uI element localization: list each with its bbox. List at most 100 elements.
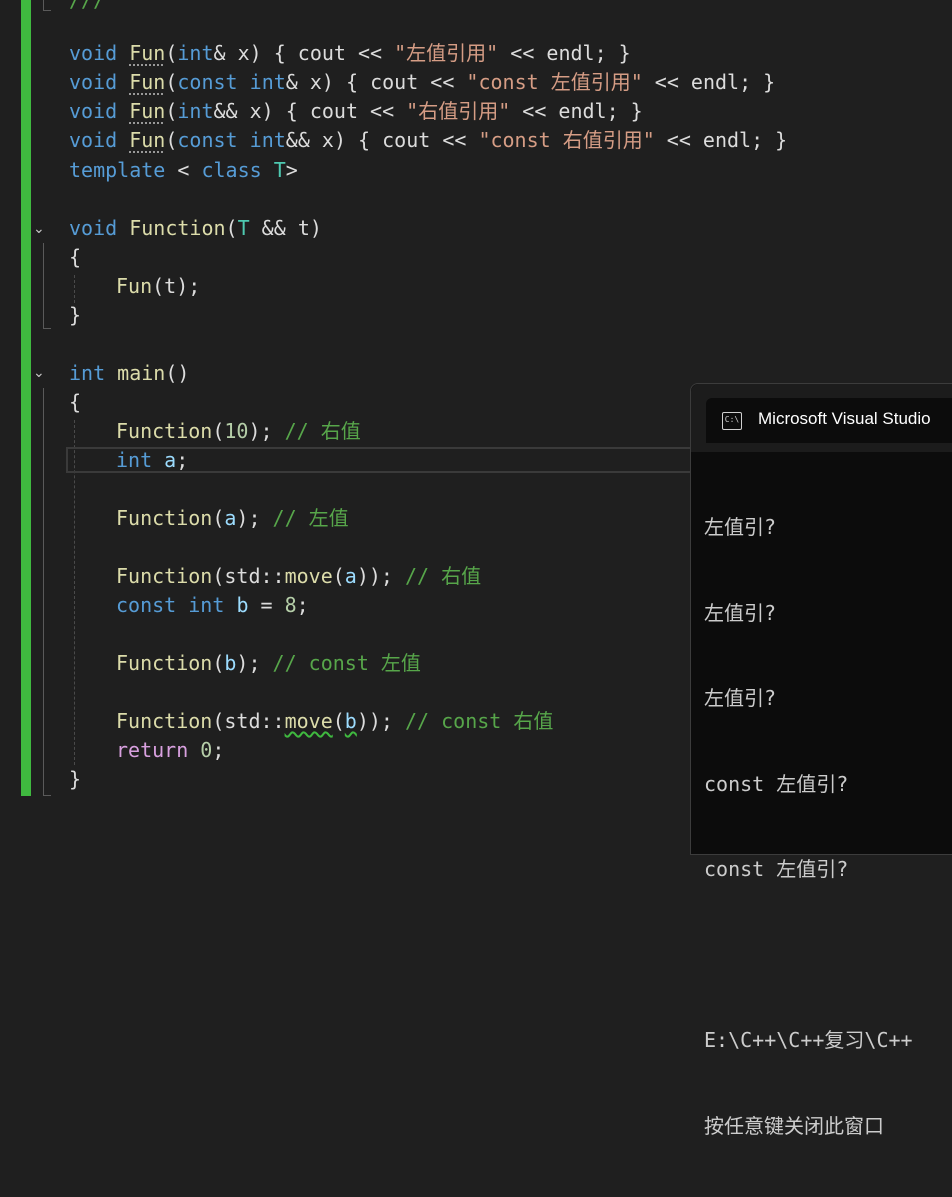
- code-text: (: [332, 564, 345, 588]
- keyword: const: [177, 70, 238, 94]
- code-text: (: [152, 274, 165, 298]
- code-text: (: [165, 41, 178, 65]
- console-output: 左值引? 左值引? 左值引? const 左值引? const 左值引? E:\…: [704, 456, 913, 1197]
- scope-guide-end: [43, 328, 51, 329]
- code-text: >: [285, 158, 298, 182]
- code-text: (std::: [212, 564, 285, 588]
- console-output-line: const 左值引?: [704, 771, 849, 796]
- code-text: ): [309, 216, 322, 240]
- function-name: Fun: [129, 70, 166, 94]
- code-line: Function(b); // const 左值: [116, 649, 421, 678]
- code-line: template < class T>: [69, 156, 298, 185]
- indent-guide: [74, 275, 75, 303]
- code-text: << endl; }: [642, 70, 776, 94]
- code-text: ;: [212, 738, 225, 762]
- code-line: Function(std::move(a)); // 右值: [116, 562, 481, 591]
- code-text: (: [165, 70, 178, 94]
- code-line: }: [69, 765, 81, 794]
- code-text: );: [176, 274, 201, 298]
- code-comment: ///: [69, 0, 106, 12]
- code-line: void Fun(int&& x) { cout << "右值引用" << en…: [69, 97, 643, 126]
- type-name: T: [273, 158, 286, 182]
- code-line: Function(a); // 左值: [116, 504, 349, 533]
- code-line: Function(std::move(b)); // const 右值: [116, 707, 553, 736]
- code-line: const int b = 8;: [116, 591, 309, 620]
- keyword: template: [69, 158, 166, 182]
- variable: b: [224, 651, 237, 675]
- function-name: Function: [116, 709, 213, 733]
- scope-guide: [43, 243, 44, 328]
- code-line: int main(): [69, 359, 189, 388]
- console-output-line: 左值引?: [704, 600, 777, 625]
- function-name: Function: [116, 564, 213, 588]
- code-comment: // 左值: [272, 506, 349, 530]
- code-text: (: [165, 128, 178, 152]
- collapse-main-icon[interactable]: ⌄: [33, 364, 51, 382]
- console-icon: C:\: [722, 412, 742, 430]
- variable: a: [164, 448, 177, 472]
- function-name: Fun: [116, 274, 153, 298]
- number-literal: 0: [200, 738, 213, 762]
- string-literal: "右值引用": [406, 99, 511, 123]
- function-name: Function: [129, 216, 226, 240]
- number-literal: 10: [224, 419, 249, 443]
- parameter: t: [297, 216, 310, 240]
- keyword: int: [69, 361, 106, 385]
- console-output-line: 按任意键关闭此窗口: [704, 1113, 884, 1138]
- code-text: ));: [356, 709, 406, 733]
- scope-guide: [43, 0, 44, 10]
- scope-guide-end: [43, 10, 51, 11]
- variable: b: [344, 709, 357, 733]
- code-text: & x) { cout <<: [285, 70, 467, 94]
- code-comment: // 右值: [405, 564, 482, 588]
- brace: }: [69, 303, 82, 327]
- console-tab[interactable]: C:\ Microsoft Visual Studio: [706, 398, 952, 443]
- console-titlebar[interactable]: C:\ Microsoft Visual Studio: [691, 384, 952, 452]
- code-comment: // 右值: [284, 419, 361, 443]
- code-text: << endl; }: [510, 99, 643, 123]
- code-text: << endl; }: [654, 128, 788, 152]
- collapse-function-icon[interactable]: ⌄: [33, 220, 51, 238]
- variable: a: [344, 564, 357, 588]
- scope-guide-end: [43, 795, 51, 796]
- type-keyword: int: [249, 128, 286, 152]
- code-text: (: [225, 216, 238, 240]
- change-indicator-bar: [21, 0, 31, 796]
- function-name: move: [284, 564, 333, 588]
- type-name: T: [237, 216, 250, 240]
- code-text: (: [212, 506, 225, 530]
- console-window[interactable]: C:\ Microsoft Visual Studio 左值引? 左值引? 左值…: [690, 383, 952, 1138]
- type-keyword: int: [177, 41, 214, 65]
- function-name: Function: [116, 506, 213, 530]
- function-name: Fun: [129, 41, 166, 65]
- code-text: ;: [176, 448, 189, 472]
- code-line[interactable]: int a;: [116, 446, 188, 475]
- keyword: void: [69, 70, 118, 94]
- code-line: ///: [69, 0, 105, 15]
- code-text: (: [332, 709, 345, 733]
- keyword: void: [69, 128, 118, 152]
- code-line: Fun(t);: [116, 272, 200, 301]
- code-comment: // const 左值: [272, 651, 421, 675]
- code-text: && x) { cout <<: [285, 128, 479, 152]
- function-name: Function: [116, 419, 213, 443]
- code-text: ;: [296, 593, 309, 617]
- code-text: (: [212, 651, 225, 675]
- code-text: << endl; }: [498, 41, 631, 65]
- keyword: const: [116, 593, 177, 617]
- code-text: <: [165, 158, 202, 182]
- console-output-line: 左值引?: [704, 686, 777, 710]
- code-line: Function(10); // 右值: [116, 417, 361, 446]
- code-line: {: [69, 388, 81, 417]
- code-text: );: [248, 419, 285, 443]
- keyword: int: [116, 448, 153, 472]
- type-keyword: int: [188, 593, 225, 617]
- function-name: Function: [116, 651, 213, 675]
- keyword: void: [69, 99, 118, 123]
- scope-guide: [43, 388, 44, 795]
- code-text: (std::: [212, 709, 285, 733]
- console-output-line: const 左值引?: [704, 857, 849, 881]
- code-text: );: [236, 651, 273, 675]
- code-text: (: [212, 419, 225, 443]
